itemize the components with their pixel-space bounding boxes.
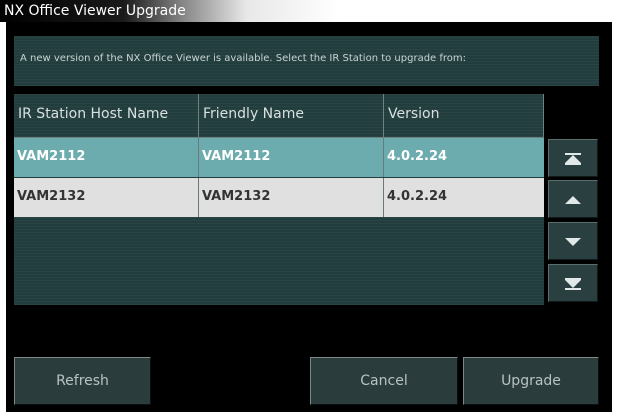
column-header-host[interactable]: IR Station Host Name bbox=[14, 94, 199, 138]
cell-host: VAM2112 bbox=[14, 138, 199, 177]
refresh-button[interactable]: Refresh bbox=[14, 357, 151, 405]
upgrade-button[interactable]: Upgrade bbox=[463, 357, 599, 405]
scroll-top-icon bbox=[565, 153, 581, 165]
cell-friendly: VAM2112 bbox=[199, 138, 384, 177]
column-header-version[interactable]: Version bbox=[384, 94, 544, 138]
scroll-down-button[interactable] bbox=[548, 222, 598, 260]
cell-version: 4.0.2.24 bbox=[387, 189, 448, 204]
table-row[interactable]: VAM2112 VAM2112 4.0.2.24 bbox=[14, 138, 544, 177]
scroll-top-button[interactable] bbox=[548, 139, 598, 177]
cell-version: 4.0.2.24 bbox=[387, 149, 448, 164]
scroll-down-icon bbox=[565, 238, 581, 246]
title-bar: NX Office Viewer Upgrade bbox=[0, 0, 617, 22]
table-row[interactable]: VAM2132 VAM2132 4.0.2.24 bbox=[14, 178, 544, 217]
info-message: A new version of the NX Office Viewer is… bbox=[20, 53, 467, 64]
info-panel: A new version of the NX Office Viewer is… bbox=[14, 36, 599, 86]
column-header-friendly[interactable]: Friendly Name bbox=[199, 94, 384, 138]
scroll-up-icon bbox=[565, 196, 581, 204]
scroll-up-button[interactable] bbox=[548, 180, 598, 218]
station-table: IR Station Host Name Friendly Name Versi… bbox=[14, 94, 544, 305]
cell-host: VAM2132 bbox=[14, 178, 199, 217]
cancel-button[interactable]: Cancel bbox=[310, 357, 458, 405]
scroll-bottom-button[interactable] bbox=[548, 264, 598, 302]
cell-friendly: VAM2132 bbox=[199, 178, 384, 217]
window-title: NX Office Viewer Upgrade bbox=[4, 3, 186, 19]
scroll-bottom-icon bbox=[565, 278, 581, 290]
